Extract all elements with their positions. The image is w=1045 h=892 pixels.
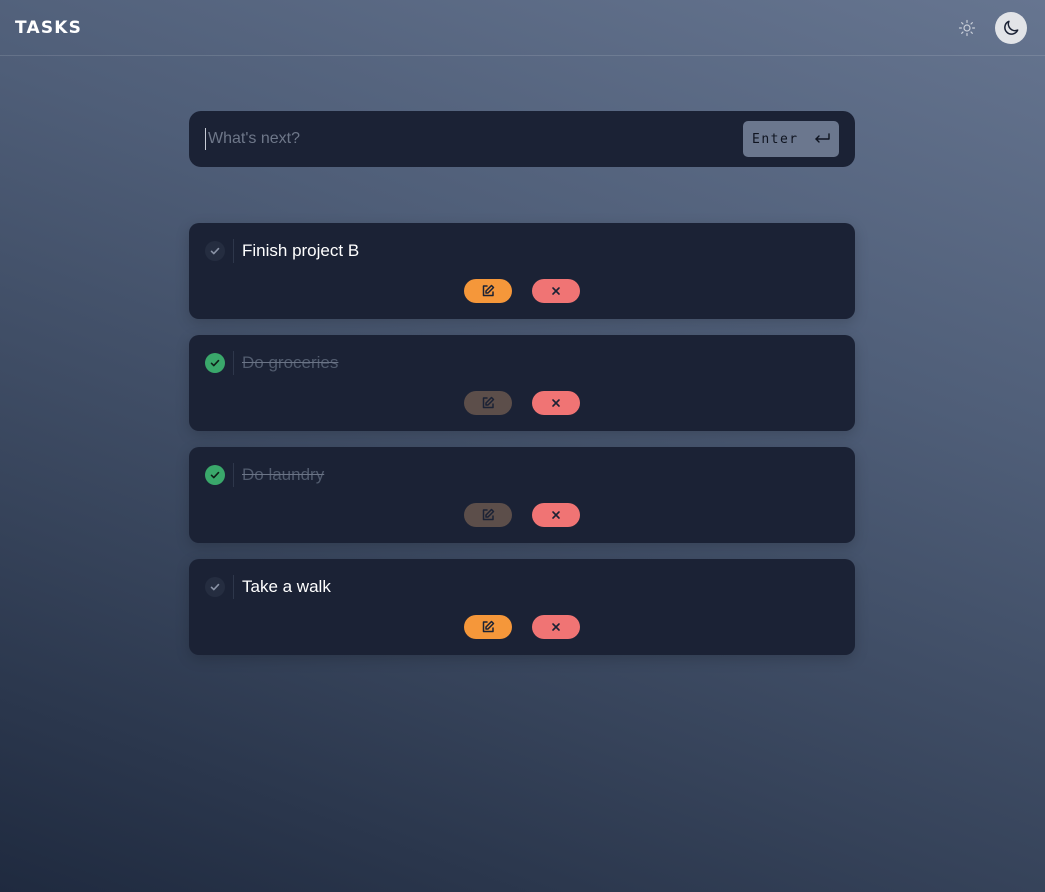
task-actions <box>464 279 580 303</box>
close-icon <box>552 399 560 407</box>
task-item: Do groceries <box>189 335 855 431</box>
check-icon <box>210 359 220 367</box>
dark-theme-button[interactable] <box>995 11 1027 44</box>
task-actions <box>464 391 580 415</box>
task-actions <box>464 615 580 639</box>
task-divider <box>233 575 234 599</box>
edit-icon <box>482 620 495 633</box>
task-list: Finish project B Do groceries Do laundry… <box>189 223 855 671</box>
task-item: Finish project B <box>189 223 855 319</box>
task-text: Finish project B <box>242 241 360 260</box>
complete-toggle[interactable] <box>205 353 225 373</box>
edit-task-button[interactable] <box>464 279 512 303</box>
delete-task-button[interactable] <box>532 503 580 527</box>
task-actions <box>464 503 580 527</box>
complete-toggle[interactable] <box>205 241 225 261</box>
edit-task-button[interactable] <box>464 391 512 415</box>
edit-icon <box>482 396 495 409</box>
task-item: Take a walk <box>189 559 855 655</box>
new-task-input[interactable] <box>205 128 743 150</box>
edit-task-button[interactable] <box>464 503 512 527</box>
app-header: TASKS <box>0 0 1045 56</box>
check-icon <box>210 471 220 479</box>
close-icon <box>552 287 560 295</box>
app-title: TASKS <box>15 17 83 38</box>
delete-task-button[interactable] <box>532 279 580 303</box>
task-text: Do groceries <box>242 353 339 372</box>
task-divider <box>233 463 234 487</box>
check-icon <box>210 583 220 591</box>
task-divider <box>233 239 234 263</box>
sun-icon <box>958 19 976 36</box>
close-icon <box>552 623 560 631</box>
moon-icon <box>1004 20 1019 35</box>
delete-task-button[interactable] <box>532 391 580 415</box>
task-text: Do laundry <box>242 465 325 484</box>
light-theme-button[interactable] <box>951 12 983 44</box>
edit-icon <box>482 284 495 297</box>
task-item: Do laundry <box>189 447 855 543</box>
edit-task-button[interactable] <box>464 615 512 639</box>
enter-button[interactable]: Enter <box>743 121 839 157</box>
edit-icon <box>482 508 495 521</box>
return-arrow-icon <box>815 133 830 143</box>
task-text: Take a walk <box>242 577 331 596</box>
new-task-form: Enter <box>189 111 855 167</box>
delete-task-button[interactable] <box>532 615 580 639</box>
complete-toggle[interactable] <box>205 465 225 485</box>
complete-toggle[interactable] <box>205 577 225 597</box>
task-divider <box>233 351 234 375</box>
enter-button-label: Enter <box>752 131 799 147</box>
close-icon <box>552 511 560 519</box>
check-icon <box>210 247 220 255</box>
theme-switch <box>951 11 1027 44</box>
